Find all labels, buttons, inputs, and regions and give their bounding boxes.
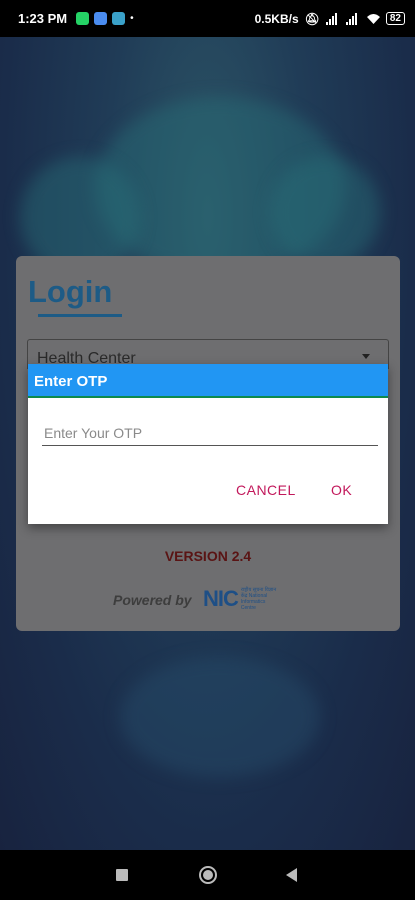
- dialog-header: Enter OTP: [28, 364, 388, 398]
- dialog-title: Enter OTP: [34, 373, 108, 390]
- background-blob: [270, 157, 380, 267]
- recents-button[interactable]: [116, 869, 128, 881]
- navigation-bar: [0, 850, 415, 900]
- wifi-icon: [366, 13, 380, 25]
- version-label: VERSION 2.4: [164, 548, 252, 564]
- cancel-button[interactable]: CANCEL: [236, 482, 296, 498]
- net-speed: 0.5KB/s: [254, 11, 299, 26]
- status-bar: 1:23 PM • 0.5KB/s 🔕︎ 82: [0, 0, 415, 37]
- home-button[interactable]: [199, 866, 217, 884]
- back-button[interactable]: [286, 868, 297, 882]
- alarm-mute-icon: 🔕︎: [304, 11, 320, 26]
- notification-dot-icon: •: [130, 13, 134, 24]
- nic-logo-subtext: राष्ट्रीय सूचना विज्ञान केंद्र National …: [240, 587, 277, 611]
- nic-logo-text: NIC: [203, 586, 239, 611]
- powered-by-label: Powered by: [113, 592, 192, 608]
- nic-logo: NIC राष्ट्रीय सूचना विज्ञान केंद्र Natio…: [203, 586, 281, 612]
- login-title: Login: [28, 274, 113, 309]
- app-icon: [112, 12, 126, 25]
- chevron-down-icon: [362, 354, 370, 359]
- otp-dialog: Enter OTP CANCEL OK: [28, 364, 388, 524]
- status-time: 1:23 PM: [18, 11, 68, 26]
- otp-input[interactable]: [42, 420, 378, 446]
- phone-icon: [94, 12, 108, 25]
- ok-button[interactable]: OK: [331, 482, 352, 498]
- signal-icon: [325, 12, 340, 25]
- title-underline: [38, 314, 122, 317]
- battery-icon: 82: [385, 12, 405, 25]
- signal-icon: [345, 12, 360, 25]
- whatsapp-icon: [76, 12, 90, 25]
- background-blob: [120, 657, 320, 777]
